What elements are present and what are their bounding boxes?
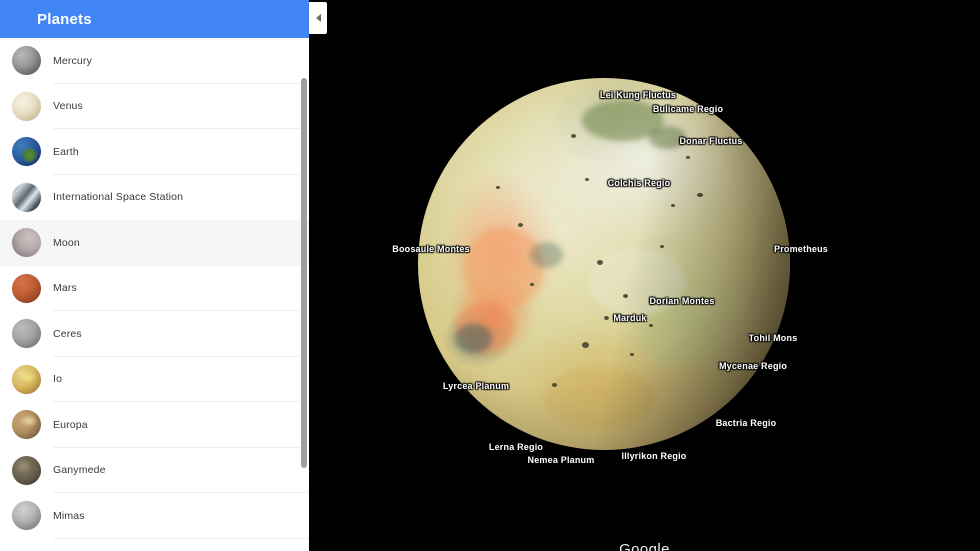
planet-thumbnail-icon: [12, 410, 41, 439]
sidebar-item-ganymede[interactable]: Ganymede: [0, 448, 309, 494]
sidebar-item-label: International Space Station: [53, 191, 183, 203]
sidebar-item-label: Mercury: [53, 55, 92, 67]
surface-speck: [697, 193, 703, 197]
sidebar-item-international-space-station[interactable]: International Space Station: [0, 175, 309, 221]
sidebar-item-label: Io: [53, 373, 62, 385]
globe-viewer[interactable]: Lei Kung FluctusBulicame RegioDonar Fluc…: [309, 0, 980, 551]
planet-thumbnail-icon: [12, 137, 41, 166]
sidebar-item-ceres[interactable]: Ceres: [0, 311, 309, 357]
surface-speck: [571, 134, 576, 138]
sidebar-scrollbar-track[interactable]: [302, 38, 308, 551]
surface-speck: [597, 260, 603, 265]
sidebar-item-moon[interactable]: Moon: [0, 220, 309, 266]
surface-speck: [552, 383, 557, 387]
planet-thumbnail-icon: [12, 228, 41, 257]
sidebar-item-io[interactable]: Io: [0, 357, 309, 403]
sidebar-item-mercury[interactable]: Mercury: [0, 38, 309, 84]
planet-list[interactable]: Mercury Venus Earth International Space Sta…: [0, 38, 309, 551]
map-feature-label: Nemea Planum: [528, 455, 595, 465]
sidebar-item-label: Ganymede: [53, 464, 106, 476]
sidebar-collapse-button[interactable]: [309, 2, 327, 34]
surface-speck: [686, 156, 690, 159]
sidebar-item-label: Venus: [53, 100, 83, 112]
planet-globe[interactable]: [418, 78, 790, 450]
surface-patch: [544, 368, 656, 428]
planet-thumbnail-icon: [12, 46, 41, 75]
planet-thumbnail-icon: [12, 456, 41, 485]
sidebar-item-label: Europa: [53, 419, 88, 431]
surface-patch: [463, 227, 545, 309]
surface-speck: [623, 294, 628, 298]
surface-speck: [660, 245, 664, 248]
planets-sidebar[interactable]: Planets Mercury Venus Earth International S…: [0, 0, 309, 551]
sidebar-header: Planets: [0, 0, 309, 38]
sidebar-item-label: Ceres: [53, 328, 82, 340]
surface-patch: [649, 126, 686, 148]
sidebar-item-mars[interactable]: Mars: [0, 266, 309, 312]
sidebar-item-label: Mimas: [53, 510, 85, 522]
list-divider: [53, 538, 309, 539]
planet-thumbnail-icon: [12, 365, 41, 394]
sidebar-item-label: Moon: [53, 237, 80, 249]
surface-speck: [518, 223, 523, 227]
planet-thumbnail-icon: [12, 274, 41, 303]
surface-patch: [641, 309, 715, 369]
surface-patch: [589, 249, 686, 316]
sidebar-scrollbar-thumb[interactable]: [301, 78, 307, 468]
surface-speck: [582, 342, 589, 348]
surface-speck: [496, 186, 500, 189]
surface-speck: [630, 353, 634, 356]
sidebar-item-europa[interactable]: Europa: [0, 402, 309, 448]
sidebar-item-label: Earth: [53, 146, 79, 158]
google-attribution: Google: [619, 541, 670, 551]
planet-thumbnail-icon: [12, 92, 41, 121]
planet-thumbnail-icon: [12, 183, 41, 212]
surface-patch: [530, 242, 563, 268]
planet-thumbnail-icon: [12, 501, 41, 530]
surface-speck: [604, 316, 609, 320]
planet-surface: [418, 78, 790, 450]
sidebar-item-label: Mars: [53, 282, 77, 294]
sidebar-title: Planets: [37, 11, 92, 28]
sidebar-item-earth[interactable]: Earth: [0, 129, 309, 175]
surface-speck: [530, 283, 534, 286]
sidebar-item-mimas[interactable]: Mimas: [0, 493, 309, 539]
planet-thumbnail-icon: [12, 319, 41, 348]
surface-speck: [671, 204, 675, 207]
surface-speck: [649, 324, 653, 327]
surface-speck: [585, 178, 589, 181]
app-root: Lei Kung FluctusBulicame RegioDonar Fluc…: [0, 0, 980, 551]
map-feature-label: Illyrikon Regio: [621, 451, 686, 461]
sidebar-item-venus[interactable]: Venus: [0, 84, 309, 130]
chevron-left-icon: [316, 14, 321, 22]
